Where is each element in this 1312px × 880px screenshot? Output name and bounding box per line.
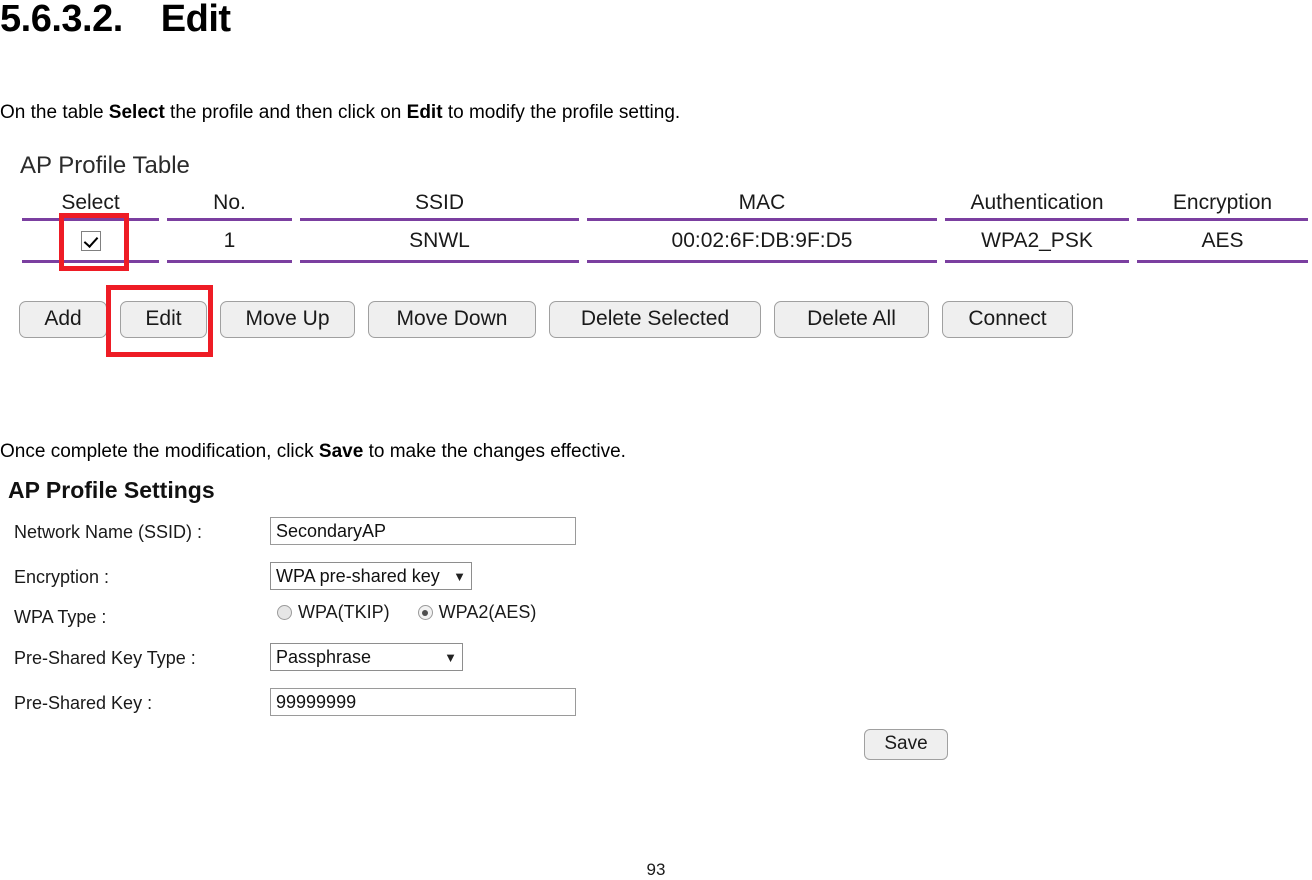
connect-button[interactable]: Connect <box>942 301 1073 338</box>
cell-encryption: AES <box>1133 218 1312 263</box>
radio-option-wpa2-aes[interactable]: WPA2(AES) <box>417 602 537 623</box>
add-button[interactable]: Add <box>19 301 107 338</box>
ap-profile-table: Select No. SSID MAC Authentication Encry… <box>18 188 1312 263</box>
delete-selected-button[interactable]: Delete Selected <box>549 301 761 338</box>
cell-authentication-value: WPA2_PSK <box>945 218 1129 263</box>
radio-button-wpa-tkip[interactable] <box>277 605 292 620</box>
save-bold-save: Save <box>318 441 364 462</box>
intro-bold-select: Select <box>108 102 165 123</box>
psk-input[interactable]: 99999999 <box>270 688 576 716</box>
intro-bold-edit: Edit <box>406 102 443 123</box>
label-psk: Pre-Shared Key : <box>14 693 153 713</box>
save-text-1: Once complete the modification, click <box>0 441 319 462</box>
column-header-authentication: Authentication <box>970 191 1104 214</box>
encryption-select[interactable]: WPA pre-shared key ▼ <box>270 562 472 590</box>
save-text-2: to make the changes effective. <box>363 441 626 462</box>
cell-no: 1 <box>163 218 296 263</box>
table-row: 1 SNWL 00:02:6F:DB:9F:D5 WPA2_PSK AES <box>18 218 1312 263</box>
column-header-select: Select <box>61 191 120 214</box>
save-button-wrap: Save <box>864 729 948 760</box>
save-button[interactable]: Save <box>864 729 948 760</box>
row-select-checkbox[interactable] <box>80 230 101 251</box>
cell-encryption-value: AES <box>1137 218 1308 263</box>
save-paragraph: Once complete the modification, click Sa… <box>0 440 626 464</box>
section-title: Edit <box>160 0 231 40</box>
cell-no-value: 1 <box>167 218 292 263</box>
cell-ssid: SNWL <box>296 218 583 263</box>
label-network-name: Network Name (SSID) : <box>14 522 203 542</box>
intro-text-3: to modify the profile setting. <box>442 102 681 123</box>
ap-profile-table-panel: AP Profile Table Select No. SSID MAC Aut… <box>0 152 1312 277</box>
section-number: 5.6.3.2. <box>0 0 123 40</box>
delete-all-button[interactable]: Delete All <box>774 301 929 338</box>
profile-table-toolbar: Add Edit Move Up Move Down Delete Select… <box>19 301 1073 338</box>
ap-profile-settings-title: AP Profile Settings <box>8 477 215 503</box>
table-header-row: Select No. SSID MAC Authentication Encry… <box>18 188 1312 218</box>
edit-button[interactable]: Edit <box>120 301 207 338</box>
chevron-down-icon: ▼ <box>444 649 457 665</box>
cell-ssid-value: SNWL <box>300 218 579 263</box>
cell-mac-value: 00:02:6F:DB:9F:D5 <box>587 218 937 263</box>
column-header-encryption: Encryption <box>1172 191 1273 214</box>
label-wpa-type: WPA Type : <box>14 607 107 627</box>
intro-text-1: On the table <box>0 102 109 123</box>
intro-paragraph: On the table Select the profile and then… <box>0 101 680 125</box>
move-down-button[interactable]: Move Down <box>368 301 536 338</box>
column-header-mac: MAC <box>738 191 786 214</box>
column-header-ssid: SSID <box>414 191 464 214</box>
radio-label-wpa2-aes: WPA2(AES) <box>438 602 537 622</box>
label-psk-type: Pre-Shared Key Type : <box>14 648 196 668</box>
cell-mac: 00:02:6F:DB:9F:D5 <box>583 218 941 263</box>
intro-text-2: the profile and then click on <box>164 102 407 123</box>
page-number: 93 <box>646 860 666 879</box>
cell-select <box>18 218 163 263</box>
psk-type-select-value: Passphrase <box>276 647 372 667</box>
radio-button-wpa2-aes[interactable] <box>417 605 433 620</box>
move-up-button[interactable]: Move Up <box>220 301 355 338</box>
wpa-type-radio-group: WPA(TKIP) WPA2(AES) <box>277 602 536 623</box>
psk-type-select[interactable]: Passphrase ▼ <box>270 643 463 671</box>
radio-option-wpa-tkip[interactable]: WPA(TKIP) <box>277 602 390 623</box>
column-header-no: No. <box>213 191 246 214</box>
page-title: 5.6.3.2. Edit <box>0 0 231 41</box>
label-encryption: Encryption : <box>14 567 110 587</box>
chevron-down-icon: ▼ <box>453 568 466 584</box>
ap-profile-table-title: AP Profile Table <box>20 152 190 179</box>
network-name-input[interactable]: SecondaryAP <box>270 517 576 545</box>
encryption-select-value: WPA pre-shared key <box>276 566 440 586</box>
radio-label-wpa-tkip: WPA(TKIP) <box>298 602 390 622</box>
cell-authentication: WPA2_PSK <box>941 218 1133 263</box>
